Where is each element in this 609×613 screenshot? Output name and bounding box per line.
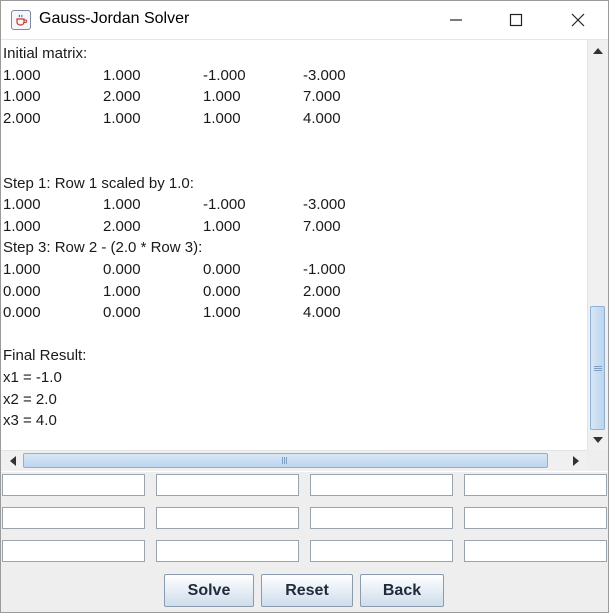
matrix-cell: 2.000 — [3, 109, 41, 127]
java-cup-icon — [11, 10, 31, 30]
output-line: Final Result: — [3, 347, 87, 365]
matrix-input-r1-c1[interactable] — [2, 474, 145, 496]
solve-button[interactable]: Solve — [164, 574, 254, 607]
matrix-cell: -3.000 — [303, 196, 346, 214]
matrix-cell: 0.000 — [3, 304, 41, 322]
matrix-cell: 1.000 — [3, 196, 41, 214]
matrix-input-r2-c1[interactable] — [2, 507, 145, 529]
matrix-cell: 1.000 — [3, 217, 41, 235]
matrix-cell: 1.000 — [103, 66, 141, 84]
back-button[interactable]: Back — [360, 574, 444, 607]
matrix-cell: 0.000 — [3, 282, 41, 300]
matrix-input-r2-c2[interactable] — [156, 507, 299, 529]
matrix-cell: 1.000 — [3, 261, 41, 278]
matrix-cell: -1.000 — [203, 66, 246, 84]
output-line: x3 = 4.0 — [3, 412, 57, 430]
matrix-cell: 1.000 — [103, 282, 141, 300]
matrix-input-r1-c2[interactable] — [156, 474, 299, 496]
thumb-grip — [286, 457, 287, 464]
thumb-grip — [594, 368, 602, 369]
matrix-cell: 1.000 — [203, 109, 241, 127]
thumb-grip — [282, 457, 283, 464]
matrix-cell: 1.000 — [3, 88, 41, 106]
matrix-cell: -1.000 — [203, 196, 246, 214]
minimize-icon — [450, 19, 462, 21]
matrix-input-r1-c3[interactable] — [310, 474, 453, 496]
matrix-cell: 7.000 — [303, 88, 341, 106]
horizontal-scroll-thumb[interactable] — [23, 453, 548, 468]
matrix-cell: 4.000 — [303, 109, 341, 127]
thumb-grip — [594, 370, 602, 371]
matrix-cell: 1.000 — [203, 217, 241, 235]
matrix-input-r3-c2[interactable] — [156, 540, 299, 562]
matrix-cell: -3.000 — [303, 66, 346, 84]
matrix-input-r2-c3[interactable] — [310, 507, 453, 529]
output-line: x1 = -1.0 — [3, 369, 62, 386]
output-line: Initial matrix: — [3, 45, 88, 62]
minimize-button[interactable] — [425, 1, 487, 39]
reset-button[interactable]: Reset — [261, 574, 353, 607]
matrix-input-r3-c1[interactable] — [2, 540, 145, 562]
thumb-grip — [594, 366, 602, 367]
vertical-scrollbar[interactable] — [587, 40, 608, 450]
vertical-scroll-thumb[interactable] — [590, 306, 605, 430]
arrow-left-icon — [9, 456, 16, 466]
output-text-area[interactable]: Initial matrix: 1.000 1.000 -1.000 -3.000 1.0… — [1, 40, 587, 450]
matrix-cell: 0.000 — [103, 304, 141, 322]
maximize-icon — [509, 13, 523, 27]
matrix-cell: 0.000 — [203, 282, 241, 300]
arrow-right-icon — [572, 456, 579, 466]
arrow-down-icon — [593, 436, 603, 443]
arrow-up-icon — [593, 47, 603, 54]
matrix-cell: 2.000 — [103, 217, 141, 235]
scroll-corner — [587, 450, 608, 471]
matrix-cell: 1.000 — [203, 88, 241, 106]
matrix-cell: 1.000 — [103, 196, 141, 214]
matrix-cell: 1.000 — [103, 109, 141, 127]
matrix-input-r2-c4[interactable] — [464, 507, 607, 529]
maximize-button[interactable] — [485, 1, 547, 39]
gauss-jordan-window: Gauss-Jordan Solver Initial matrix: 1.000… — [0, 0, 609, 613]
output-scroll-pane[interactable]: Initial matrix: 1.000 1.000 -1.000 -3.000 1.0… — [1, 40, 608, 472]
matrix-cell: 2.000 — [103, 88, 141, 106]
scroll-left-button[interactable] — [3, 452, 21, 470]
scroll-right-button[interactable] — [567, 452, 585, 470]
close-icon — [571, 13, 585, 27]
matrix-cell: 1.000 — [203, 304, 241, 322]
matrix-cell: 0.000 — [203, 261, 241, 278]
output-line: x2 = 2.0 — [3, 390, 57, 408]
window-title: Gauss-Jordan Solver — [39, 10, 190, 27]
matrix-cell: 1.000 — [3, 66, 41, 84]
matrix-cell: -1.000 — [303, 261, 346, 278]
matrix-cell: 7.000 — [303, 217, 341, 235]
matrix-cell: 4.000 — [303, 304, 341, 322]
matrix-cell: 2.000 — [303, 282, 341, 300]
scroll-down-button[interactable] — [588, 431, 608, 449]
close-button[interactable] — [547, 1, 609, 39]
output-line: Step 1: Row 1 scaled by 1.0: — [3, 174, 194, 192]
matrix-input-r3-c4[interactable] — [464, 540, 607, 562]
matrix-input-r1-c4[interactable] — [464, 474, 607, 496]
scroll-up-button[interactable] — [588, 41, 608, 59]
title-bar[interactable]: Gauss-Jordan Solver — [1, 1, 608, 40]
horizontal-scrollbar[interactable] — [1, 450, 587, 471]
output-line: Step 3: Row 2 - (2.0 * Row 3): — [3, 239, 203, 257]
thumb-grip — [284, 457, 285, 464]
matrix-cell: 0.000 — [103, 261, 141, 278]
matrix-input-r3-c3[interactable] — [310, 540, 453, 562]
